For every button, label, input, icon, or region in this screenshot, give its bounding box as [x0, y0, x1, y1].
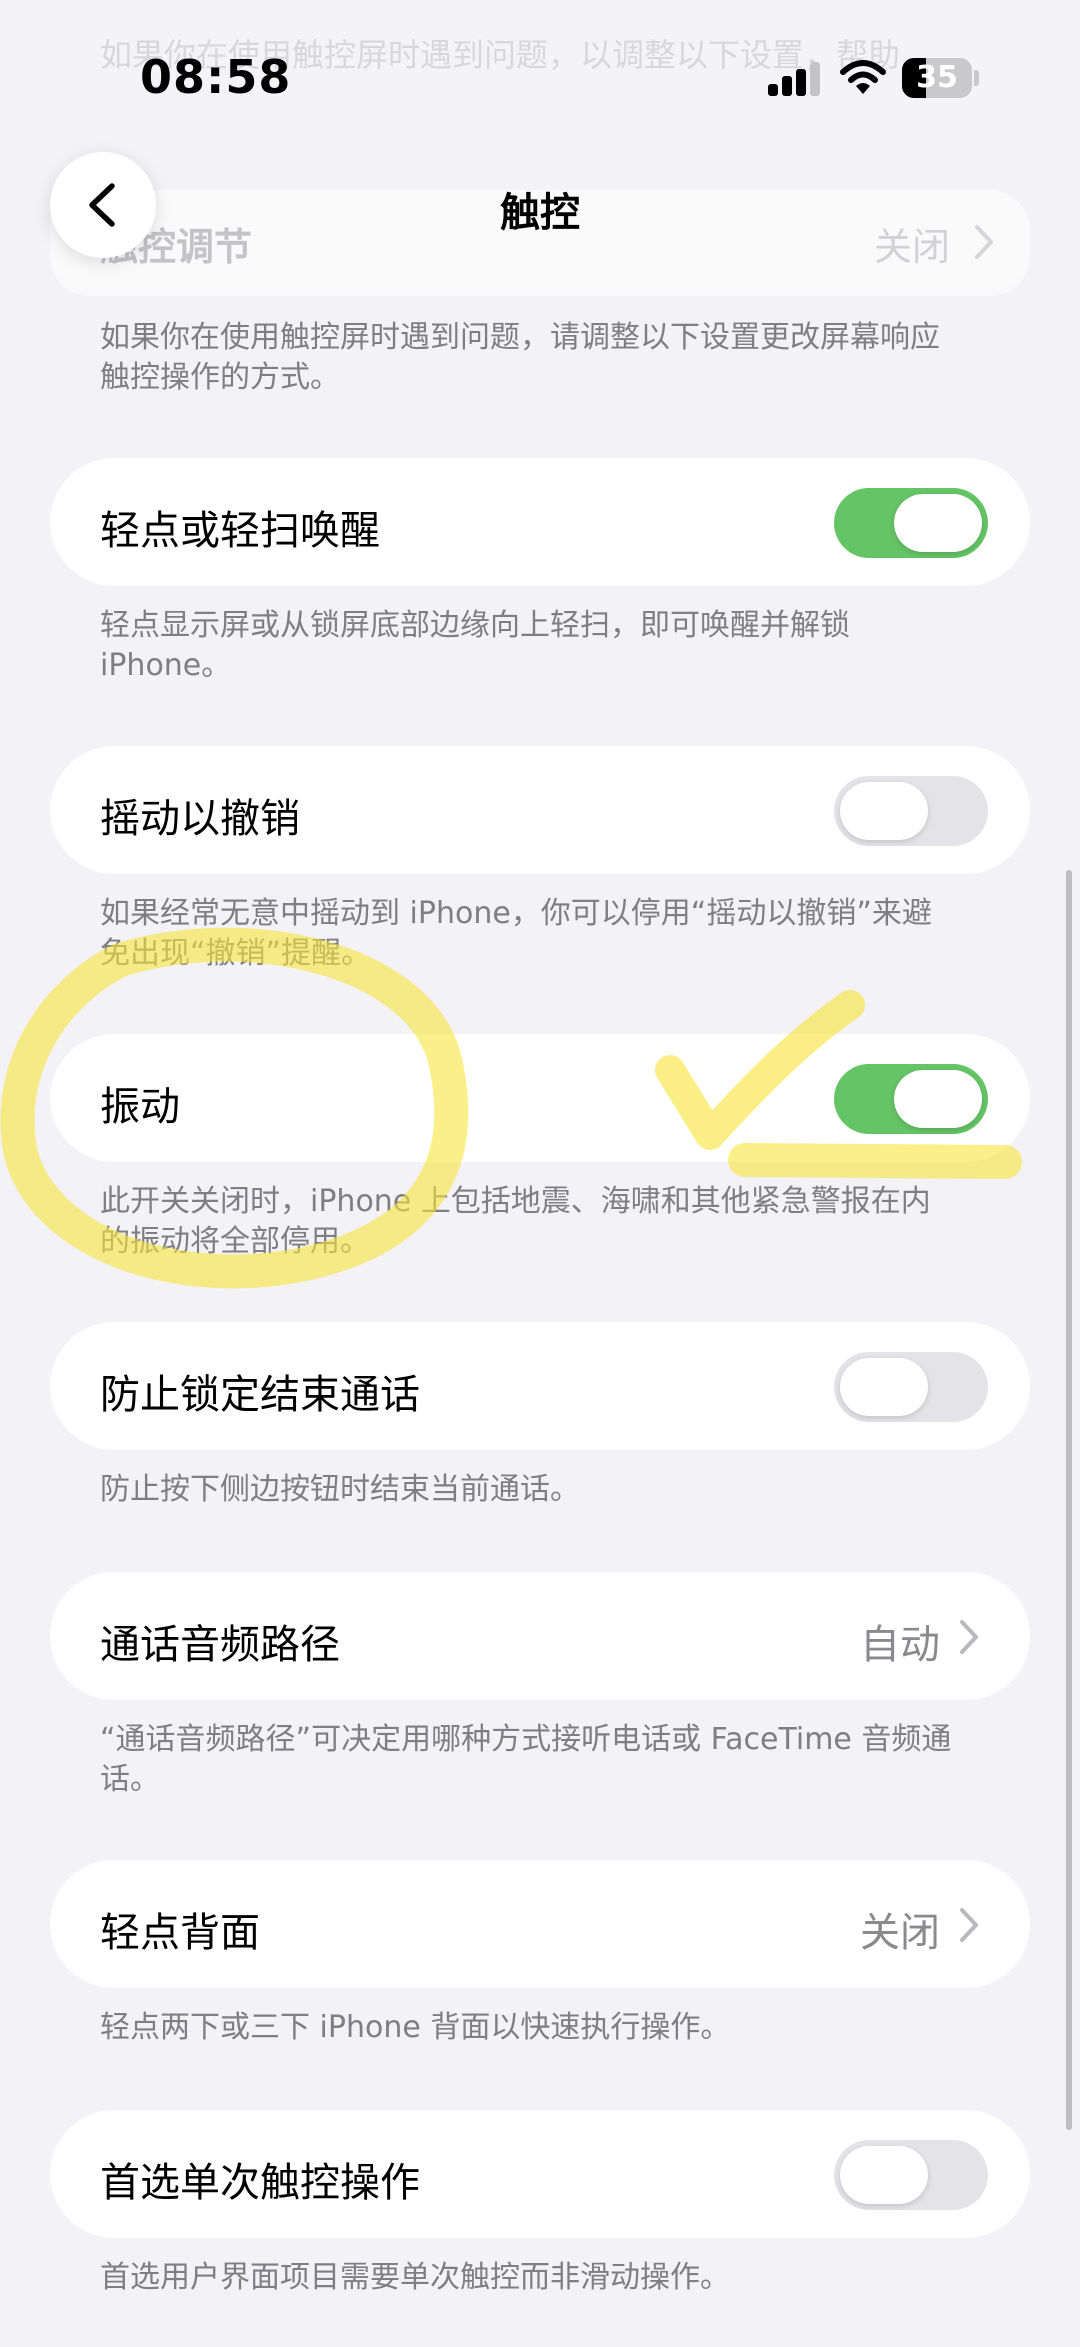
row-back-tap[interactable]: 轻点背面 关闭 — [50, 1860, 1030, 1988]
battery-icon: 35 — [902, 58, 972, 98]
status-time: 08:58 — [140, 50, 292, 104]
toggle-knob — [894, 494, 982, 552]
signal-icon — [768, 62, 820, 96]
row-footer: 如果经常无意中摇动到 iPhone，你可以停用“摇动以撤销”来避免出现“撤销”提… — [100, 896, 932, 971]
scrollbar[interactable] — [1066, 870, 1072, 2130]
toggle-knob — [840, 782, 928, 840]
row-label: 轻点或轻扫唤醒 — [100, 508, 380, 554]
status-bar: 08:58 35 — [0, 0, 1080, 150]
row-label: 轻点背面 — [100, 1910, 260, 1956]
row-label: 首选单次触控操作 — [100, 2160, 420, 2206]
toggle-knob — [840, 2146, 928, 2204]
row-label: 振动 — [100, 1084, 180, 1130]
vibration-toggle[interactable] — [834, 1064, 988, 1134]
wake-toggle[interactable] — [834, 488, 988, 558]
toggle-knob — [840, 1358, 928, 1416]
row-vibration[interactable]: 振动 — [50, 1034, 1030, 1162]
row-footer: 防止按下侧边按钮时结束当前通话。 — [100, 1472, 580, 1507]
row-value: 自动 — [860, 1622, 940, 1668]
prevent-lock-toggle[interactable] — [834, 1352, 988, 1422]
page-title: 触控 — [500, 190, 580, 236]
row-prefer-single-touch[interactable]: 首选单次触控操作 — [50, 2110, 1030, 2238]
row-tap-or-swipe-to-wake[interactable]: 轻点或轻扫唤醒 — [50, 458, 1030, 586]
intro-text: 如果你在使用触控屏时遇到问题，请调整以下设置更改屏幕响应触控操作的方式。 — [100, 320, 940, 395]
row-label: 摇动以撤销 — [100, 796, 300, 842]
row-footer: 首选用户界面项目需要单次触控而非滑动操作。 — [100, 2260, 730, 2295]
row-footer: 轻点两下或三下 iPhone 背面以快速执行操作。 — [100, 2010, 731, 2045]
row-value: 关闭 — [860, 1910, 940, 1956]
row-label: 通话音频路径 — [100, 1622, 340, 1668]
chevron-right-icon — [960, 1620, 978, 1654]
row-shake-to-undo[interactable]: 摇动以撤销 — [50, 746, 1030, 874]
row-prevent-lock-to-end-call[interactable]: 防止锁定结束通话 — [50, 1322, 1030, 1450]
row-call-audio-routing[interactable]: 通话音频路径 自动 — [50, 1572, 1030, 1700]
wifi-icon — [840, 60, 886, 94]
toggle-knob — [894, 1070, 982, 1128]
row-label: 防止锁定结束通话 — [100, 1372, 420, 1418]
chevron-right-icon — [960, 1908, 978, 1942]
row-footer: “通话音频路径”可决定用哪种方式接听电话或 FaceTime 音频通话。 — [100, 1722, 952, 1797]
row-footer: 轻点显示屏或从锁屏底部边缘向上轻扫，即可唤醒并解锁 iPhone。 — [100, 608, 850, 683]
battery-percent: 35 — [916, 60, 958, 95]
single-touch-toggle[interactable] — [834, 2140, 988, 2210]
battery-tip — [974, 70, 979, 86]
shake-to-undo-toggle[interactable] — [834, 776, 988, 846]
row-footer: 此开关关闭时，iPhone 上包括地震、海啸和其他紧急警报在内的振动将全部停用。 — [100, 1184, 931, 1259]
